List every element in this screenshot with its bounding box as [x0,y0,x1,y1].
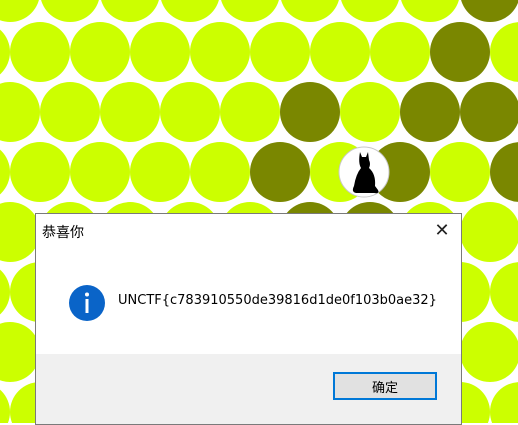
dot[interactable] [0,82,40,142]
dot[interactable] [490,22,518,82]
dot[interactable] [370,22,430,82]
dot[interactable] [130,22,190,82]
close-button[interactable]: ✕ [429,218,455,242]
dot[interactable] [220,82,280,142]
dot[interactable] [490,382,518,423]
dot[interactable] [100,82,160,142]
dot[interactable] [190,22,250,82]
dialog-footer: 确定 [36,354,461,424]
ok-button[interactable]: 确定 [333,372,437,400]
congrats-dialog: 恭喜你 ✕ UNCTF{c783910550de39816d1de0f103b0… [35,213,462,425]
dot[interactable] [0,142,10,202]
dot[interactable] [0,382,10,423]
dot[interactable] [430,142,490,202]
dot[interactable] [400,0,460,22]
dot[interactable] [460,0,518,22]
close-icon: ✕ [434,219,450,241]
dot[interactable] [400,82,460,142]
dot[interactable] [0,202,40,262]
dot[interactable] [0,0,40,22]
cat-silhouette-icon [338,146,390,198]
dot[interactable] [280,0,340,22]
dot[interactable] [310,22,370,82]
dot[interactable] [160,82,220,142]
dot[interactable] [250,22,310,82]
dot[interactable] [490,262,518,322]
dot[interactable] [0,22,10,82]
dot[interactable] [70,142,130,202]
dot[interactable] [100,0,160,22]
dot[interactable] [40,82,100,142]
dot[interactable] [250,142,310,202]
info-icon [69,285,105,321]
dot[interactable] [10,142,70,202]
dot[interactable] [130,142,190,202]
dot[interactable] [190,142,250,202]
dot[interactable] [10,22,70,82]
dialog-title: 恭喜你 [42,225,84,241]
dot[interactable] [460,322,518,382]
dot[interactable] [430,22,490,82]
dot[interactable] [490,142,518,202]
dot[interactable] [280,82,340,142]
dot[interactable] [160,0,220,22]
dot[interactable] [0,262,10,322]
dot[interactable] [220,0,280,22]
dot[interactable] [460,202,518,262]
dot[interactable] [340,0,400,22]
dot[interactable] [340,82,400,142]
dot[interactable] [40,0,100,22]
flag-message: UNCTF{c783910550de39816d1de0f103b0ae32} [118,293,437,308]
dot[interactable] [70,22,130,82]
dot[interactable] [0,322,40,382]
dot[interactable] [460,82,518,142]
